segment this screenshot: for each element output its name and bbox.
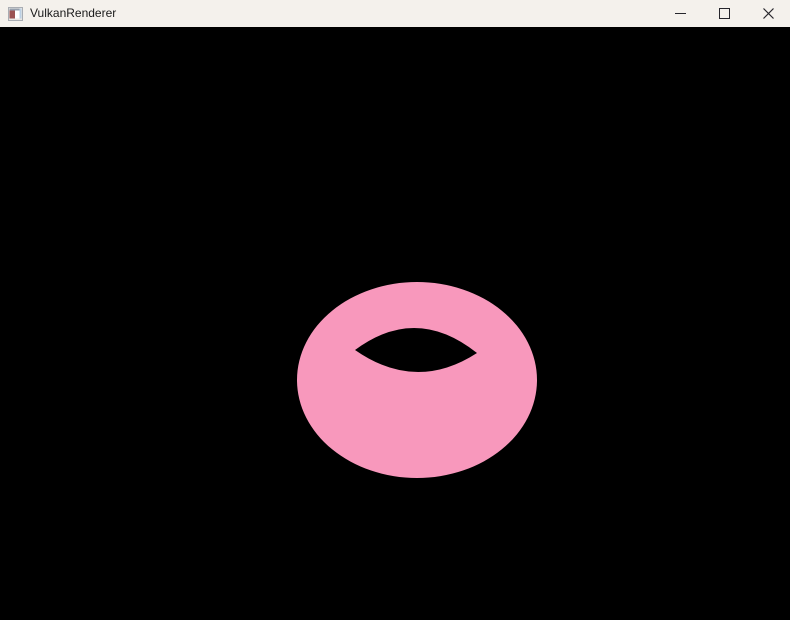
render-canvas	[297, 282, 537, 478]
maximize-icon	[718, 8, 730, 19]
close-button[interactable]	[746, 0, 790, 27]
close-icon	[762, 8, 774, 19]
minimize-button[interactable]	[658, 0, 702, 27]
minimize-icon	[674, 13, 686, 14]
app-window: VulkanRenderer	[0, 0, 790, 620]
render-viewport[interactable]	[0, 27, 790, 620]
title-bar[interactable]: VulkanRenderer	[0, 0, 790, 27]
torus-mesh	[297, 282, 537, 478]
window-title: VulkanRenderer	[30, 6, 117, 20]
maximize-button[interactable]	[702, 0, 746, 27]
app-icon	[8, 6, 23, 21]
caption-button-group	[658, 0, 790, 27]
